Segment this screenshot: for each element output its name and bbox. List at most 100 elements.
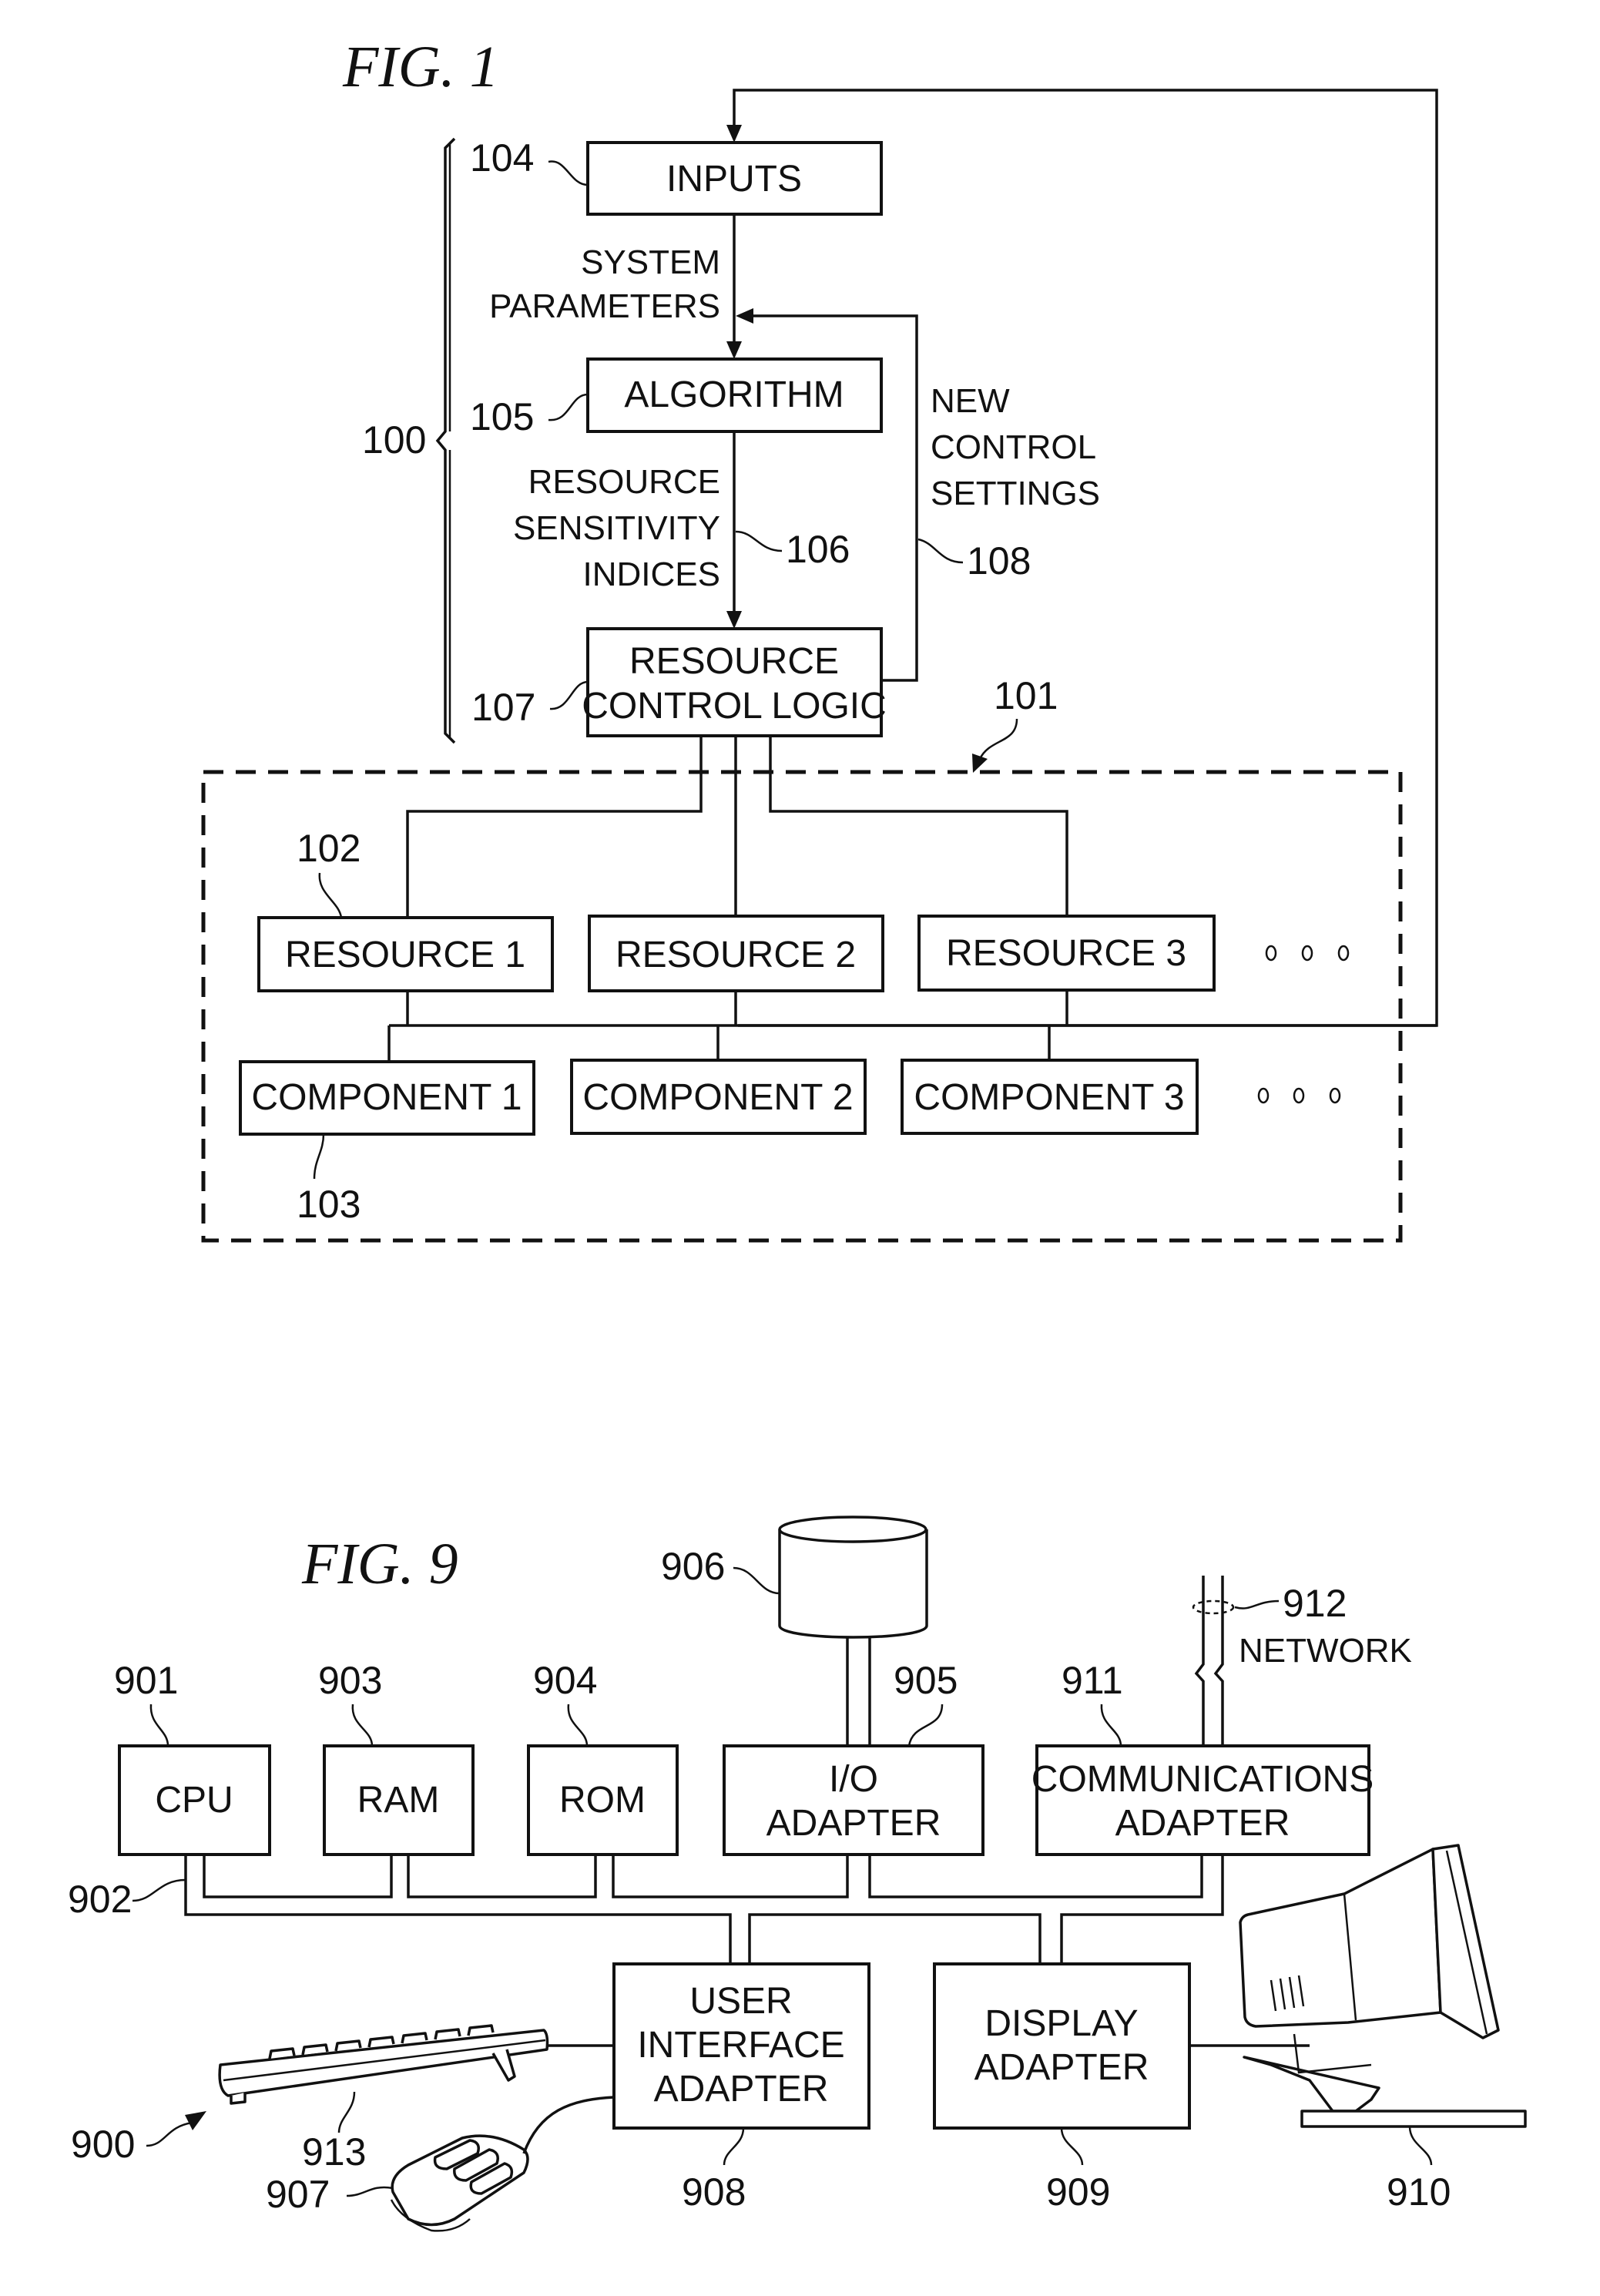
ref-912: 912 [1283,1582,1347,1625]
leader-106 [735,530,783,552]
display-adapter-box[interactable]: DISPLAY ADAPTER [933,1962,1191,2130]
leader-102 [318,872,343,918]
cpu-label: CPU [155,1780,233,1821]
ref-106: 106 [786,528,850,571]
ref-911: 911 [1062,1659,1123,1702]
leader-905 [907,1704,944,1747]
ref-907: 907 [266,2173,330,2216]
connector-resource-1 [406,736,703,918]
system-parameters-label-1: SYSTEM [581,243,720,281]
leader-906 [733,1566,780,1595]
system-parameters-label-2: PARAMETERS [489,287,720,325]
ref-900: 900 [71,2123,135,2166]
leader-103 [313,1133,325,1180]
ref-107: 107 [471,686,535,729]
mouse-icon [390,2134,529,2232]
resource-1-label: RESOURCE 1 [285,935,525,975]
communications-adapter-box[interactable]: COMMUNICATIONS ADAPTER [1031,1744,1374,1856]
component-2-label: COMPONENT 2 [582,1077,853,1118]
connector-resource-3 [769,736,1068,918]
ref-909: 909 [1046,2170,1110,2214]
resource-2-box[interactable]: RESOURCE 2 [588,915,884,992]
leader-105 [548,393,589,421]
resource-control-logic-box[interactable]: RESOURCE CONTROL LOGIC [582,627,887,737]
new-control-label-1: NEW [931,382,1010,420]
ref-910: 910 [1387,2170,1451,2214]
resource-ellipsis [1265,945,1350,962]
io-adapter-box[interactable]: I/O ADAPTER [723,1744,984,1856]
leader-912 [1234,1599,1280,1610]
uia-label-1: USER [689,1981,792,2022]
ref-905: 905 [894,1659,958,1702]
rom-label: ROM [559,1780,646,1821]
arrowhead [726,125,742,143]
arrowhead [972,754,988,773]
system-bus-902 [184,1855,1224,1964]
uia-label-3: ADAPTER [654,2069,829,2110]
ram-box[interactable]: RAM [323,1744,475,1856]
disk-to-io-bus [846,1636,871,1746]
new-control-label-2: CONTROL [931,428,1096,466]
component-1-box[interactable]: COMPONENT 1 [239,1060,535,1136]
ref-903: 903 [318,1659,382,1702]
ref-105: 105 [470,395,534,438]
component-2-box[interactable]: COMPONENT 2 [570,1059,867,1135]
network-line [1192,1576,1235,1746]
monitor-icon [1239,1844,1527,2128]
rcl-label-1: RESOURCE [629,641,839,682]
resource-2-label: RESOURCE 2 [616,935,856,975]
algorithm-label: ALGORITHM [624,374,844,415]
ref-904: 904 [533,1659,597,1702]
new-control-label-3: SETTINGS [931,475,1100,512]
leader-101 [978,718,1018,760]
user-interface-adapter-box[interactable]: USER INTERFACE ADAPTER [612,1962,870,2130]
ref-102: 102 [297,827,361,870]
mouse-cable [522,2096,615,2154]
component-up-connectors [387,1025,1051,1062]
ref-101: 101 [994,674,1058,717]
io-adapter-label-2: ADAPTER [766,1803,941,1844]
ref-902: 902 [68,1878,132,1921]
resource-group-dashed-box [201,770,1403,1243]
display-adapter-label-1: DISPLAY [984,2003,1138,2044]
leader-901 [149,1704,169,1747]
resource-down-connectors [406,991,1068,1025]
algorithm-box[interactable]: ALGORITHM [586,357,883,433]
component-3-box[interactable]: COMPONENT 3 [901,1059,1199,1135]
leader-108 [917,538,964,564]
ref-906: 906 [661,1545,725,1588]
ref-100: 100 [362,418,426,462]
bracket-100 [435,137,456,744]
sensitivity-label-2: SENSITIVITY [513,509,720,547]
resource-1-box[interactable]: RESOURCE 1 [257,916,554,992]
display-adapter-label-2: ADAPTER [974,2047,1149,2088]
arrowhead [736,308,753,324]
figure-1: FIG. 1 100 INPUTS 104 SYSTEM PARAMETERS … [201,35,1438,1243]
arrowhead [726,341,742,359]
leader-903 [351,1704,374,1747]
resource-3-box[interactable]: RESOURCE 3 [917,915,1216,992]
sensitivity-label-3: INDICES [583,556,720,593]
component-1-label: COMPONENT 1 [251,1077,522,1118]
io-adapter-label-1: I/O [829,1759,878,1800]
arrowhead [726,611,742,629]
leader-900 [146,2121,193,2147]
inputs-box[interactable]: INPUTS [586,141,883,216]
component-ellipsis [1257,1087,1341,1104]
cpu-box[interactable]: CPU [118,1744,271,1856]
ref-103: 103 [297,1183,361,1226]
ref-108: 108 [967,539,1031,582]
resource-3-label: RESOURCE 3 [946,933,1186,974]
leader-104 [548,160,589,186]
ram-label: RAM [357,1780,440,1821]
leader-902 [132,1878,186,1902]
rom-box[interactable]: ROM [527,1744,679,1856]
leader-908 [723,2127,745,2166]
inputs-label: INPUTS [666,159,802,200]
comm-adapter-label-1: COMMUNICATIONS [1031,1759,1374,1800]
component-3-label: COMPONENT 3 [914,1077,1184,1118]
rcl-label-2: CONTROL LOGIC [582,686,887,727]
leader-911 [1100,1704,1122,1747]
leader-910 [1408,2126,1433,2166]
uia-label-2: INTERFACE [637,2025,844,2066]
